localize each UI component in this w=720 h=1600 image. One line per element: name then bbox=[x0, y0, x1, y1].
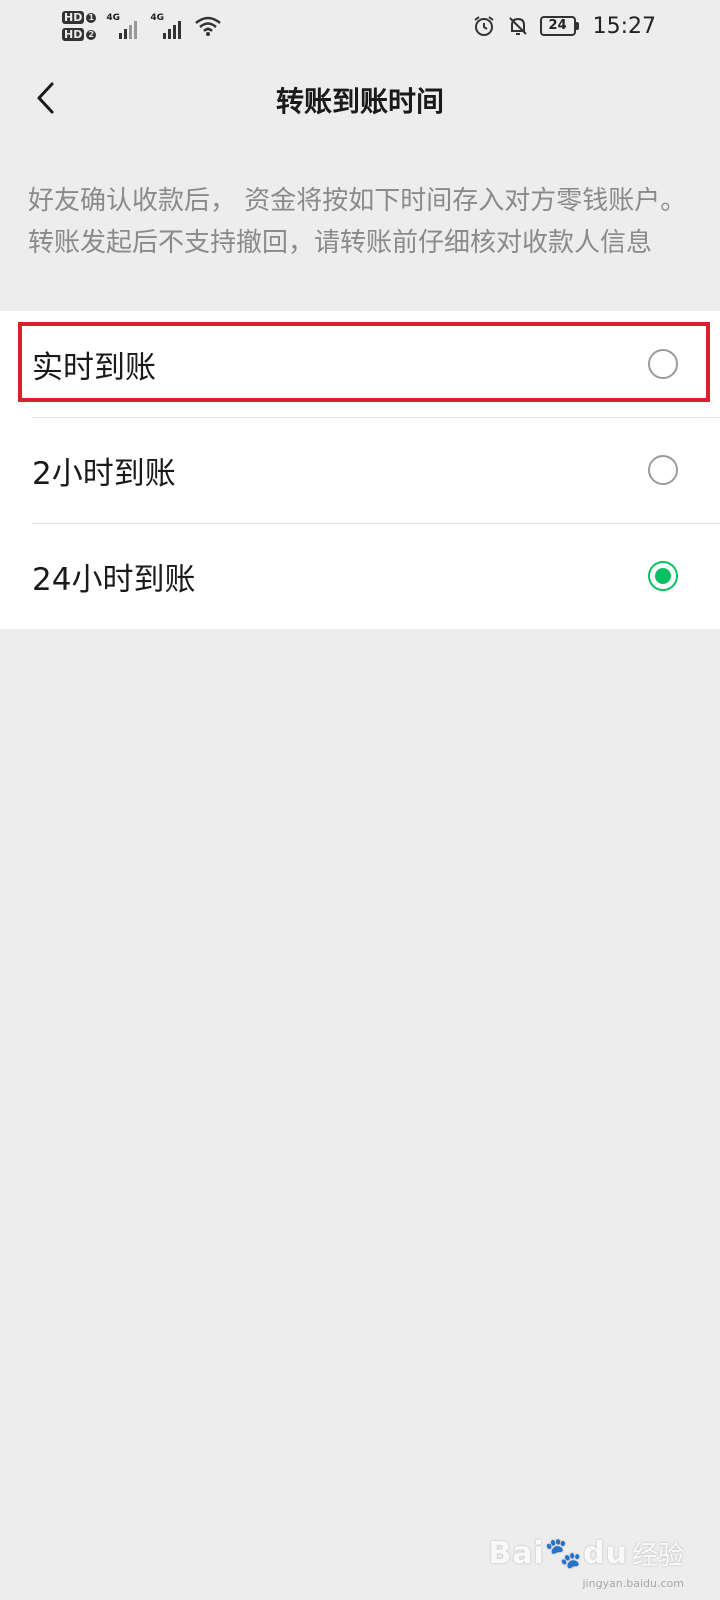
signal-2-icon: 4G bbox=[150, 13, 184, 39]
watermark-brand-a: Bai bbox=[488, 1536, 545, 1571]
radio-unchecked-icon[interactable] bbox=[648, 349, 678, 379]
watermark-url: jingyan.baidu.com bbox=[582, 1577, 684, 1590]
option-label: 实时到账 bbox=[32, 349, 156, 386]
battery-icon: 24 bbox=[539, 16, 579, 36]
sim1-badge: HD 1 bbox=[62, 11, 97, 24]
clock: 15:27 bbox=[592, 13, 656, 39]
option-24-hours[interactable]: 24小时到账 bbox=[0, 523, 720, 629]
wifi-icon bbox=[195, 16, 222, 36]
battery-level: 24 bbox=[539, 16, 576, 36]
option-realtime[interactable]: 实时到账 bbox=[0, 311, 720, 417]
signal-1-icon: 4G bbox=[106, 13, 140, 39]
signal-bars-2-icon bbox=[163, 21, 182, 39]
alarm-icon bbox=[473, 16, 494, 36]
mute-bell-icon bbox=[508, 17, 527, 35]
baidu-jingyan-watermark: Bai🐾du 经验 jingyan.baidu.com bbox=[488, 1535, 684, 1590]
arrival-time-options: 实时到账 2小时到账 24小时到账 bbox=[0, 311, 720, 629]
paw-icon: 🐾 bbox=[544, 1536, 584, 1571]
status-bar: HD 1 HD 2 4G 4G 24 15:27 bbox=[0, 0, 720, 52]
description-text: 好友确认收款后， 资金将按如下时间存入对方零钱账户。转账发起后不支持撤回，请转账… bbox=[28, 186, 687, 258]
option-label: 2小时到账 bbox=[32, 455, 176, 492]
sim-indicators: HD 1 HD 2 bbox=[62, 11, 97, 41]
status-left: HD 1 HD 2 4G 4G bbox=[62, 11, 222, 41]
sim2-badge: HD 2 bbox=[62, 28, 97, 41]
radio-unchecked-icon[interactable] bbox=[648, 455, 678, 485]
nav-bar: 转账到账时间 bbox=[0, 60, 720, 136]
watermark-brand: Bai🐾du bbox=[488, 1536, 628, 1571]
option-2-hours[interactable]: 2小时到账 bbox=[0, 417, 720, 523]
watermark-brand-b: du bbox=[583, 1536, 628, 1571]
radio-checked-icon[interactable] bbox=[648, 561, 678, 591]
page-title: 转账到账时间 bbox=[275, 85, 444, 118]
sim2-hd: HD bbox=[62, 28, 85, 41]
sim1-num: 1 bbox=[86, 12, 97, 23]
battery-tip bbox=[575, 22, 579, 30]
option-label: 24小时到账 bbox=[32, 561, 196, 598]
sim2-num: 2 bbox=[86, 29, 97, 40]
watermark-sub: 经验 bbox=[631, 1541, 684, 1571]
sim1-hd: HD bbox=[62, 11, 85, 24]
signal-bars-1-icon bbox=[119, 21, 138, 39]
status-right: 24 15:27 bbox=[472, 14, 656, 39]
